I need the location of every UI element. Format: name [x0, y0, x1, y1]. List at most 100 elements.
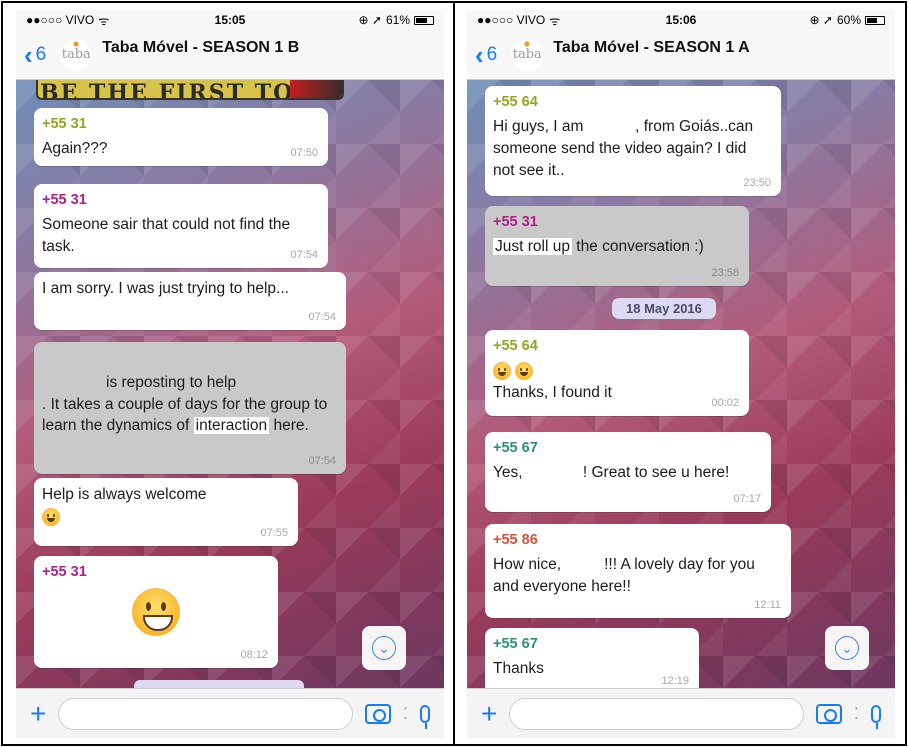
sender-phone: +55 31 — [42, 116, 87, 132]
plus-icon[interactable]: + — [30, 699, 46, 728]
back-button[interactable]: ‹ 6 — [475, 42, 497, 68]
message-bubble[interactable]: I am sorry. I was just trying to help...… — [34, 272, 346, 330]
frame-divider — [453, 1, 455, 746]
message-input[interactable] — [509, 697, 804, 730]
message-text-line1: is reposting to help — [106, 374, 237, 391]
message-bubble[interactable]: +55 31 Someone sair that could not find … — [34, 184, 328, 268]
chat-header: ‹ 6 taba Taba Móvel - SEASON 1 A — [467, 30, 895, 80]
sender-phone: +55 86 — [493, 532, 538, 548]
plus-icon[interactable]: + — [481, 699, 497, 728]
grinning-face-emoji-large — [132, 588, 180, 637]
scroll-to-bottom-button[interactable]: ⌄ — [362, 626, 406, 670]
message-time: 07:17 — [733, 492, 761, 505]
message-time: 07:54 — [308, 310, 336, 323]
message-text: Yes, ! Great to see u here! — [493, 464, 730, 482]
message-bubble[interactable]: +55 67 Thanks 12:19 — [485, 628, 699, 688]
message-text: Hi guys, I am , from Goiás..can someone … — [493, 118, 758, 179]
message-text-line: Just roll up the conversation :) — [493, 236, 741, 258]
group-title[interactable]: Taba Móvel - SEASON 1 B — [102, 39, 299, 57]
sender-phone: +55 64 — [493, 94, 538, 110]
image-message-banner[interactable]: BE THE FIRST TO SPEAK OUT! — [36, 80, 344, 100]
message-bubble[interactable]: +55 86 How nice, !!! A lovely day for yo… — [485, 524, 791, 618]
location-icon: ⊕ ➚ — [358, 13, 382, 27]
grinning-face-emoji — [42, 507, 60, 526]
sender-phone: +55 67 — [493, 440, 538, 456]
chat-area[interactable]: BE THE FIRST TO SPEAK OUT! +55 31 Again?… — [16, 80, 444, 688]
message-time: 07:55 — [260, 526, 288, 539]
microphone-icon[interactable] — [420, 704, 430, 729]
battery-percent: 61% — [385, 13, 410, 27]
message-time: 07:54 — [290, 248, 318, 261]
phone-screenshot-right: ●●○○○ VIVO ᯤ 15:06 ⊕ ➚ 60% ‹ 6 taba Taba Mó… — [467, 10, 895, 738]
sender-phone: +55 64 — [493, 338, 538, 354]
avatar-logo-text: taba — [512, 47, 542, 62]
banner-photo — [290, 80, 342, 98]
carrier-label: ●●○○○ VIVO — [477, 13, 546, 27]
phone-screenshot-left: ●●○○○ VIVO ᯤ 15:05 ⊕ ➚ 61% ‹ 6 taba Taba Mó… — [16, 10, 444, 738]
message-time: 07:50 — [290, 146, 318, 159]
unread-count: 6 — [486, 43, 498, 65]
message-text-end: here. — [269, 417, 309, 435]
message-text-line2: . It takes a couple of days for the grou… — [42, 394, 338, 437]
message-time: 00:02 — [711, 396, 739, 409]
message-text: How nice, !!! A lovely day for you and e… — [493, 556, 760, 595]
message-time: 12:11 — [754, 598, 781, 611]
message-text: I am sorry. I was just trying to help... — [42, 280, 289, 297]
message-bubble[interactable]: is reposting to help . It takes a couple… — [34, 342, 346, 474]
wifi-icon: ᯤ — [98, 13, 110, 28]
status-bar: ●●○○○ VIVO ᯤ 15:06 ⊕ ➚ 60% — [467, 10, 895, 30]
message-input[interactable] — [58, 697, 353, 730]
date-pill-partial — [134, 680, 304, 688]
battery-icon — [414, 15, 434, 25]
camera-icon[interactable] — [364, 703, 391, 724]
sender-phone: +55 31 — [42, 564, 87, 580]
message-bubble[interactable]: Help is always welcome 07:55 — [34, 478, 298, 546]
message-text: Thanks, I found it — [493, 383, 612, 401]
status-bar: ●●○○○ VIVO ᯤ 15:05 ⊕ ➚ 61% — [16, 10, 444, 30]
message-text: Again??? — [42, 140, 108, 158]
microphone-icon[interactable] — [871, 704, 881, 729]
message-input-bar: + ⁚ — [467, 688, 895, 738]
camera-icon[interactable] — [815, 703, 842, 724]
scroll-to-bottom-button[interactable]: ⌄ — [825, 626, 869, 670]
battery-percent: 60% — [836, 13, 861, 27]
avatar-logo-text: taba — [61, 47, 91, 62]
message-time: 12:19 — [661, 674, 689, 687]
clock: 15:06 — [665, 13, 697, 27]
clock: 15:05 — [214, 13, 246, 27]
message-bubble[interactable]: +55 64 Hi guys, I am , from Goiás..can s… — [485, 86, 781, 196]
battery-icon — [865, 15, 885, 25]
back-button[interactable]: ‹ 6 — [24, 42, 46, 68]
separator-dots: ⁚ — [402, 705, 408, 723]
date-separator: 18 May 2016 — [612, 298, 716, 319]
sender-phone: +55 67 — [493, 636, 538, 652]
chevron-down-icon: ⌄ — [372, 636, 396, 660]
emoji-row — [493, 360, 741, 382]
message-text: Someone sair that could not find the tas… — [42, 216, 291, 255]
group-title[interactable]: Taba Móvel - SEASON 1 A — [553, 39, 749, 57]
wifi-icon: ᯤ — [549, 13, 561, 28]
message-bubble[interactable]: +55 67 Yes, ! Great to see u here! 07:17 — [485, 432, 771, 512]
chevron-left-icon: ‹ — [24, 39, 33, 70]
carrier-label: ●●○○○ VIVO — [26, 13, 95, 27]
message-bubble[interactable]: +55 31 Again??? 07:50 — [34, 108, 328, 166]
location-icon: ⊕ ➚ — [809, 13, 833, 27]
highlighted-phrase: Just roll up — [493, 238, 572, 256]
relieved-face-emoji — [493, 362, 511, 381]
chevron-down-icon: ⌄ — [835, 636, 859, 660]
sender-phone: +55 31 — [493, 214, 538, 230]
message-bubble[interactable]: +55 31 08:12 — [34, 556, 278, 668]
message-input-bar: + ⁚ — [16, 688, 444, 738]
group-avatar[interactable]: taba — [60, 38, 93, 71]
group-avatar[interactable]: taba — [511, 38, 544, 71]
message-bubble[interactable]: +55 31 Just roll up the conversation :) … — [485, 206, 749, 286]
chat-area[interactable]: +55 64 Hi guys, I am , from Goiás..can s… — [467, 80, 895, 688]
highlighted-word: interaction — [193, 417, 270, 435]
message-text: the conversation :) — [571, 238, 704, 256]
message-bubble[interactable]: +55 64 Thanks, I found it 00:02 — [485, 330, 749, 416]
message-text: Help is always welcome — [42, 486, 207, 503]
message-time: 23:50 — [743, 176, 771, 189]
chat-header: ‹ 6 taba Taba Móvel - SEASON 1 B — [16, 30, 444, 80]
relieved-face-emoji — [515, 362, 534, 381]
sender-phone: +55 31 — [42, 192, 87, 208]
